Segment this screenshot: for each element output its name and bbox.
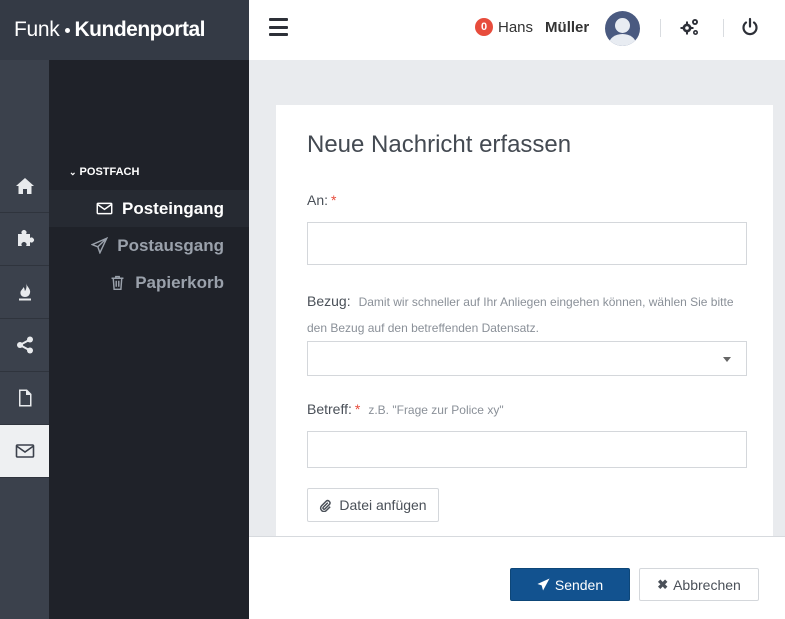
paper-plane-icon — [91, 237, 109, 254]
rail-item-claims[interactable] — [0, 266, 49, 319]
to-label: An: * — [307, 192, 336, 208]
cancel-button-label: Abbrechen — [673, 576, 741, 593]
user-info[interactable]: 0 Hans Müller — [475, 18, 589, 36]
section-postfach[interactable]: ⌄ POSTFACH — [69, 166, 139, 178]
user-last-name: Müller — [545, 18, 590, 36]
nav-item-posteingang[interactable]: Posteingang — [49, 190, 249, 227]
caret-down-icon — [723, 357, 731, 362]
icon-rail — [0, 60, 49, 619]
attach-file-label: Datei anfügen — [339, 497, 427, 513]
paper-plane-icon — [537, 578, 550, 591]
home-icon — [15, 178, 34, 194]
file-icon — [18, 389, 31, 407]
nav-item-papierkorb[interactable]: Papierkorb — [109, 264, 224, 301]
close-icon: ✖ — [657, 576, 669, 592]
menu-toggle-icon[interactable] — [269, 18, 288, 36]
rail-item-modules[interactable] — [0, 213, 49, 266]
nav-item-label: Papierkorb — [135, 272, 224, 292]
reference-hint: Damit wir schneller auf Ihr Anliegen ein… — [307, 295, 734, 335]
send-button-label: Senden — [554, 576, 604, 593]
divider — [660, 19, 661, 37]
required-marker: * — [331, 192, 337, 208]
attach-file-button[interactable]: Datei anfügen — [307, 488, 439, 522]
user-first-name: Hans — [498, 18, 534, 36]
subject-hint: z.B. "Frage zur Police xy" — [368, 403, 504, 417]
form-footer: Senden ✖ Abbrechen — [249, 536, 785, 619]
notification-badge[interactable]: 0 — [475, 18, 493, 36]
puzzle-icon — [17, 230, 34, 246]
nav-item-label: Postausgang — [117, 235, 224, 255]
reference-label: Bezug: Damit wir schneller auf Ihr Anlieg… — [307, 288, 747, 341]
envelope-icon — [96, 202, 113, 215]
nav-item-postausgang[interactable]: Postausgang — [91, 227, 224, 264]
avatar[interactable] — [605, 11, 640, 46]
divider — [723, 19, 724, 37]
subject-label: Betreff: * z.B. "Frage zur Police xy" — [307, 401, 504, 417]
paperclip-icon — [320, 499, 332, 512]
nav-item-label: Posteingang — [121, 198, 224, 218]
to-field[interactable] — [307, 222, 747, 265]
brand-name-part1: Funk — [14, 18, 60, 41]
mailbox-nav: ⌄ POSTFACH Posteingang Postausgang Papie… — [49, 60, 249, 619]
settings-icon[interactable] — [679, 16, 701, 38]
new-message-card: Neue Nachricht erfassen An: * Bezug: Damit… — [276, 105, 773, 537]
share-icon — [16, 336, 33, 354]
reference-select[interactable] — [307, 341, 747, 376]
section-title: POSTFACH — [79, 166, 140, 178]
rail-item-share[interactable] — [0, 319, 49, 372]
required-marker: * — [354, 401, 361, 417]
power-icon[interactable] — [739, 16, 761, 38]
top-bar: 0 Hans Müller — [249, 0, 785, 60]
brand-name-part2: Kundenportal — [74, 18, 206, 41]
page-title: Neue Nachricht erfassen — [307, 131, 572, 158]
trash-icon — [111, 275, 124, 291]
subject-label-text: Betreff: — [307, 401, 352, 417]
chevron-down-icon: ⌄ — [69, 166, 77, 177]
subject-field[interactable] — [307, 431, 747, 468]
flame-icon — [18, 283, 31, 301]
reference-label-text: Bezug: — [307, 293, 351, 309]
send-button[interactable]: Senden — [510, 568, 630, 601]
brand-logo[interactable]: Funk Kundenportal — [0, 0, 249, 60]
brand-dot — [64, 27, 70, 33]
cancel-button[interactable]: ✖ Abbrechen — [639, 568, 759, 601]
to-label-text: An: — [307, 192, 329, 208]
rail-item-documents[interactable] — [0, 372, 49, 425]
envelope-icon — [15, 444, 34, 458]
rail-item-home[interactable] — [0, 160, 49, 213]
rail-item-mail[interactable] — [0, 425, 49, 478]
